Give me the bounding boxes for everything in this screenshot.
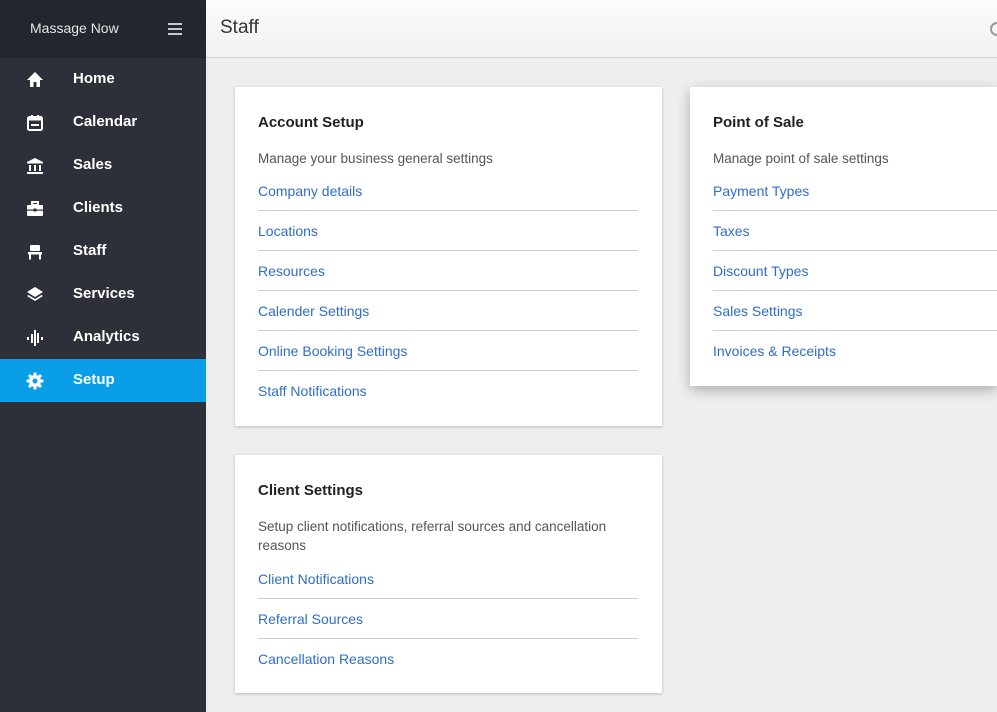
- card-title: Point of Sale: [713, 114, 804, 131]
- locations-link[interactable]: Locations: [258, 223, 318, 239]
- sidebar-item-setup[interactable]: Setup: [0, 359, 206, 402]
- staff-notifications-link[interactable]: Staff Notifications: [258, 383, 367, 399]
- sidebar-item-sales[interactable]: Sales: [0, 144, 206, 187]
- cancellation-reasons-link[interactable]: Cancellation Reasons: [258, 651, 394, 667]
- sidebar-item-services[interactable]: Services: [0, 273, 206, 316]
- sidebar-item-staff[interactable]: Staff: [0, 230, 206, 273]
- discount-types-link[interactable]: Discount Types: [713, 263, 808, 279]
- waveform-icon: [27, 330, 43, 346]
- point-of-sale-links: Payment Types Taxes Discount Types Sales…: [713, 183, 997, 383]
- sidebar-item-label: Setup: [73, 371, 115, 388]
- taxes-link[interactable]: Taxes: [713, 223, 750, 239]
- online-booking-settings-link[interactable]: Online Booking Settings: [258, 343, 407, 359]
- hamburger-menu-icon[interactable]: [168, 23, 182, 35]
- card-title: Account Setup: [258, 114, 364, 131]
- client-settings-links: Client Notifications Referral Sources Ca…: [258, 571, 638, 691]
- sidebar-item-home[interactable]: Home: [0, 58, 206, 101]
- invoices-receipts-link[interactable]: Invoices & Receipts: [713, 343, 836, 359]
- gear-icon: [26, 372, 44, 390]
- sidebar-item-calendar[interactable]: Calendar: [0, 101, 206, 144]
- layers-icon: [27, 287, 43, 301]
- sidebar-item-clients[interactable]: Clients: [0, 187, 206, 230]
- company-details-link[interactable]: Company details: [258, 183, 362, 199]
- account-setup-links: Company details Locations Resources Cale…: [258, 183, 638, 423]
- page-title: Staff: [220, 17, 259, 38]
- sidebar-item-label: Calendar: [73, 113, 138, 130]
- sidebar-item-label: Services: [73, 285, 135, 302]
- sidebar-item-label: Clients: [73, 199, 124, 216]
- search-icon[interactable]: [990, 22, 997, 36]
- client-settings-card: Client Settings Setup client notificatio…: [235, 455, 662, 693]
- sales-settings-link[interactable]: Sales Settings: [713, 303, 803, 319]
- card-description: Manage point of sale settings: [713, 151, 889, 166]
- briefcase-icon: [27, 201, 43, 216]
- sidebar-item-analytics[interactable]: Analytics: [0, 316, 206, 359]
- sidebar-item-label: Sales: [73, 156, 113, 173]
- referral-sources-link[interactable]: Referral Sources: [258, 611, 363, 627]
- card-title: Client Settings: [258, 482, 364, 499]
- account-setup-card: Account Setup Manage your business gener…: [235, 87, 662, 426]
- card-description: Manage your business general settings: [258, 151, 493, 166]
- sidebar-item-label: Staff: [73, 242, 107, 259]
- sidebar-item-label: Home: [73, 70, 115, 87]
- payment-types-link[interactable]: Payment Types: [713, 183, 809, 199]
- calendar-icon: [27, 115, 43, 131]
- card-description: Setup client notifications, referral sou…: [258, 519, 607, 553]
- resources-link[interactable]: Resources: [258, 263, 325, 279]
- point-of-sale-card: Point of Sale Manage point of sale setti…: [690, 87, 997, 386]
- calender-settings-link[interactable]: Calender Settings: [258, 303, 369, 319]
- home-icon: [27, 72, 43, 87]
- sidebar-header: Massage Now: [0, 0, 206, 58]
- top-header: Staff: [206, 0, 997, 58]
- sidebar-item-label: Analytics: [73, 328, 140, 345]
- client-notifications-link[interactable]: Client Notifications: [258, 571, 374, 587]
- sidebar-nav: Home Calendar Sales Clients Staff Servic…: [0, 58, 206, 402]
- chair-icon: [28, 245, 42, 260]
- brand-name: Massage Now: [30, 20, 119, 36]
- sidebar: Massage Now Home Calendar Sales Clients …: [0, 0, 206, 712]
- bank-icon: [27, 158, 43, 174]
